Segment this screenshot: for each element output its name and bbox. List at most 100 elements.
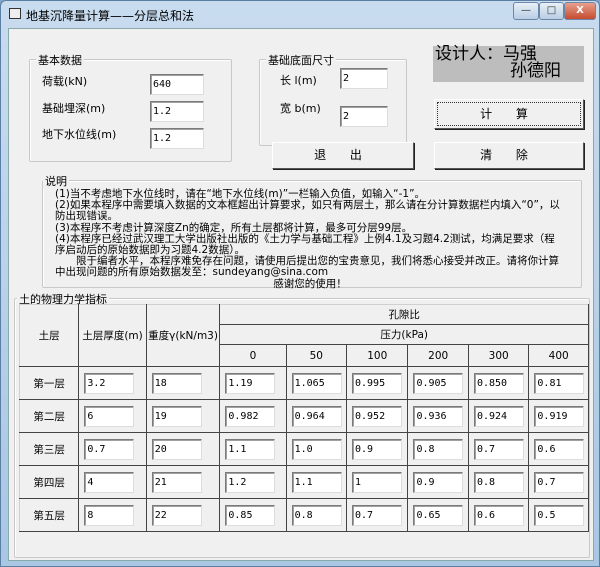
table-row: 第二层 6 19 0.982 0.964 0.952 0.936 0.924 0… (18, 399, 589, 433)
table-cell: 0.9 (407, 465, 469, 499)
void-ratio-input[interactable]: 0.924 (473, 406, 524, 427)
window-title: 地基沉降量计算——分层总和法 (26, 9, 195, 23)
void-ratio-input[interactable]: 0.982 (225, 406, 276, 427)
void-ratio-input[interactable]: 0.65 (413, 505, 464, 526)
table-cell: 0.9 (345, 432, 409, 466)
table-cell: 0.952 (345, 399, 409, 433)
table-cell: 6 (78, 399, 147, 433)
weight-input[interactable]: 18 (151, 373, 202, 394)
table-cell: 22 (145, 498, 221, 532)
table-row: 第三层 0.7 20 1.1 1.0 0.9 0.8 0.7 0.6 (18, 432, 589, 466)
void-ratio-input[interactable]: 1.1 (291, 472, 342, 493)
void-ratio-input[interactable]: 0.850 (473, 373, 524, 394)
thickness-input[interactable]: 3.2 (84, 373, 135, 394)
void-ratio-input[interactable]: 0.7 (473, 439, 524, 460)
void-ratio-input[interactable]: 0.5 (534, 505, 585, 526)
void-ratio-input[interactable]: 1.2 (225, 472, 276, 493)
void-ratio-input[interactable]: 0.6 (534, 439, 585, 460)
void-ratio-input[interactable]: 0.85 (225, 505, 276, 526)
load-input[interactable]: 640 (150, 74, 204, 95)
length-input[interactable]: 2 (340, 68, 388, 89)
header-layer: 土层 (18, 304, 80, 367)
close-button[interactable]: X (564, 2, 596, 20)
table-cell: 0.995 (345, 366, 409, 400)
note-2: (2)如果本程序中需要填入数据的文本框超出计算要求，如只有两层土，那么请在分计算… (55, 199, 560, 223)
depth-input[interactable]: 1.2 (150, 101, 204, 122)
void-ratio-input[interactable]: 0.995 (352, 373, 402, 394)
table-cell: 19 (145, 399, 221, 433)
layer-name: 第一层 (18, 366, 80, 400)
void-ratio-input[interactable]: 1.065 (291, 373, 342, 394)
void-ratio-input[interactable]: 0.964 (291, 406, 342, 427)
weight-input[interactable]: 21 (151, 472, 202, 493)
table-row: 第五层 8 22 0.85 0.8 0.7 0.65 0.6 0.5 (18, 498, 589, 532)
table-cell: 0.6 (528, 432, 589, 466)
table-cell: 1.0 (285, 432, 348, 466)
table-cell: 0.81 (528, 366, 589, 400)
table-cell: 0.5 (528, 498, 589, 532)
calculate-button[interactable]: 计 算 (434, 99, 584, 129)
weight-input[interactable]: 20 (151, 439, 202, 460)
void-ratio-input[interactable]: 0.919 (534, 406, 585, 427)
void-ratio-input[interactable]: 1 (352, 472, 402, 493)
void-ratio-input[interactable]: 0.905 (413, 373, 464, 394)
soil-properties-group: 土的物理力学指标 土层 土层厚度(m) 重度γ(kN/m3) 孔隙比 压力(kP… (14, 291, 590, 558)
width-label: 宽 b(m) (280, 102, 321, 115)
table-cell: 1.065 (285, 366, 348, 400)
water-table-input[interactable]: 1.2 (150, 128, 204, 149)
void-ratio-input[interactable]: 0.9 (352, 439, 402, 460)
void-ratio-input[interactable]: 0.952 (352, 406, 402, 427)
designer-label: 设计人：马强 孙德阳 (433, 46, 584, 82)
void-ratio-input[interactable]: 1.1 (225, 439, 276, 460)
table-cell: 0.982 (219, 399, 287, 433)
table-cell: 3.2 (78, 366, 147, 400)
header-thickness: 土层厚度(m) (78, 304, 147, 367)
note-thanks: 感谢您的使用！ (273, 277, 347, 290)
layer-name: 第二层 (18, 399, 80, 433)
width-input[interactable]: 2 (340, 106, 388, 127)
load-label: 荷载(kN) (42, 75, 88, 88)
minimize-button[interactable]: — (513, 2, 539, 20)
maximize-button[interactable]: □ (539, 2, 564, 20)
void-ratio-input[interactable]: 0.936 (413, 406, 464, 427)
void-ratio-input[interactable]: 1.0 (291, 439, 342, 460)
weight-input[interactable]: 19 (151, 406, 202, 427)
table-row: 第四层 4 21 1.2 1.1 1 0.9 0.8 0.7 (18, 465, 589, 499)
thickness-input[interactable]: 0.7 (84, 439, 135, 460)
exit-button[interactable]: 退 出 (272, 142, 414, 169)
basic-data-title: 基本数据 (36, 52, 84, 68)
pressure-0: 0 (219, 344, 287, 367)
notes-text: (1)当不考虑地下水位线时，请在“地下水位线(m)”一栏输入负值，如输入“-1”… (55, 188, 565, 290)
void-ratio-input[interactable]: 0.8 (413, 439, 464, 460)
void-ratio-input[interactable]: 0.7 (534, 472, 585, 493)
thickness-input[interactable]: 4 (84, 472, 135, 493)
void-ratio-input[interactable]: 0.81 (534, 373, 585, 394)
table-cell: 0.8 (407, 432, 469, 466)
clear-button[interactable]: 清 除 (434, 142, 584, 169)
note-4: (4)本程序已经过武汉理工大学出版社出版的《土力学与基础工程》上例4.1及习题4… (55, 232, 555, 257)
void-ratio-input[interactable]: 0.7 (352, 505, 402, 526)
table-cell: 21 (145, 465, 221, 499)
weight-input[interactable]: 22 (151, 505, 202, 526)
table-cell: 8 (78, 498, 147, 532)
soil-table: 土层 土层厚度(m) 重度γ(kN/m3) 孔隙比 压力(kPa) 0 50 1… (18, 304, 589, 532)
title-bar[interactable]: 地基沉降量计算——分层总和法 — □ X (1, 1, 600, 27)
void-ratio-input[interactable]: 0.6 (473, 505, 524, 526)
thickness-input[interactable]: 6 (84, 406, 135, 427)
table-cell: 1.2 (219, 465, 287, 499)
table-cell: 4 (78, 465, 147, 499)
void-ratio-input[interactable]: 0.8 (291, 505, 342, 526)
layer-name: 第四层 (18, 465, 80, 499)
void-ratio-input[interactable]: 0.9 (413, 472, 464, 493)
thickness-input[interactable]: 8 (84, 505, 135, 526)
table-cell: 0.65 (407, 498, 469, 532)
length-label: 长 l(m) (280, 74, 317, 87)
void-ratio-input[interactable]: 0.8 (473, 472, 524, 493)
pressure-200: 200 (407, 344, 469, 367)
header-weight: 重度γ(kN/m3) (145, 304, 221, 367)
pressure-100: 100 (345, 344, 409, 367)
table-row: 第一层 3.2 18 1.19 1.065 0.995 0.905 0.850 … (18, 366, 589, 400)
table-cell: 0.905 (407, 366, 469, 400)
void-ratio-input[interactable]: 1.19 (225, 373, 276, 394)
table-cell: 0.8 (285, 498, 348, 532)
